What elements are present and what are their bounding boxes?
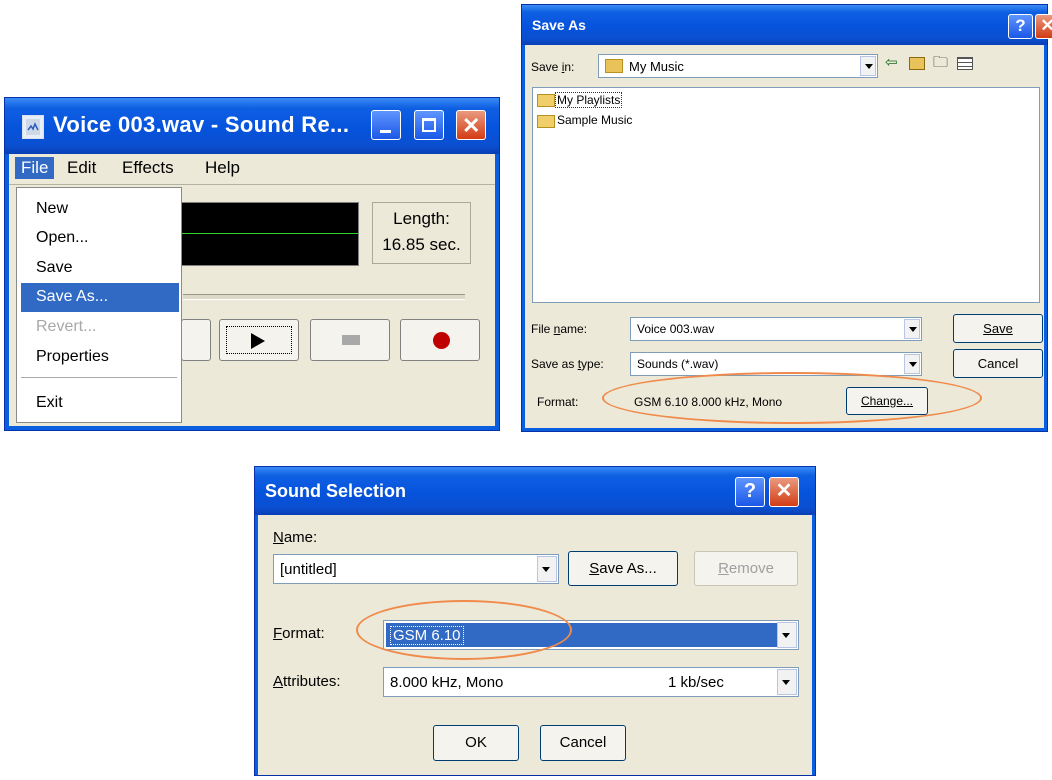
save-as-type-dropdown-arrow[interactable]	[904, 354, 920, 374]
close-button[interactable]: ✕	[456, 110, 486, 140]
format-label: Format:	[273, 625, 325, 642]
seek-start-button[interactable]	[181, 319, 211, 361]
sound-selection-close-button[interactable]: ✕	[769, 477, 799, 507]
name-dropdown-arrow[interactable]	[537, 556, 557, 582]
save-as-titlebar[interactable]: Save As ? ✕	[522, 5, 1052, 45]
length-value: 16.85 sec.	[382, 235, 461, 254]
file-menu-item-save-as[interactable]: Save As...	[36, 288, 108, 306]
help-icon: ?	[743, 480, 757, 502]
views-menu-icon[interactable]	[957, 57, 973, 70]
name-label: Name:	[273, 529, 318, 546]
save-as-dialog: Save As ? ✕ Save in: My Music ⇦ 🗀 My Pla…	[521, 4, 1052, 432]
record-button[interactable]	[400, 319, 480, 361]
save-as-title: Save As	[532, 17, 586, 33]
save-as-help-button[interactable]: ?	[1008, 14, 1033, 39]
waveform-line	[182, 233, 358, 234]
format-combo-highlight-oval	[356, 600, 572, 660]
menubar: File Edit Effects Help	[9, 154, 495, 184]
format-dropdown-arrow[interactable]	[777, 622, 797, 648]
ok-button[interactable]: OK	[433, 725, 519, 761]
save-in-value: My Music	[629, 59, 684, 74]
stop-button[interactable]	[310, 319, 390, 361]
save-as-type-label: Save as type:	[531, 357, 604, 371]
minimize-button[interactable]	[371, 110, 401, 140]
sound-selection-title: Sound Selection	[265, 481, 407, 501]
file-menu-separator	[21, 377, 177, 378]
file-name-input[interactable]: Voice 003.wav	[630, 317, 922, 341]
sound-recorder-app-icon	[22, 115, 44, 139]
file-menu-item-save[interactable]: Save	[36, 259, 72, 277]
record-icon	[433, 332, 450, 349]
file-menu-item-new[interactable]: New	[36, 200, 68, 218]
sound-selection-titlebar[interactable]: Sound Selection ? ✕	[255, 467, 815, 515]
attributes-combo[interactable]: 8.000 kHz, Mono 1 kb/sec	[383, 667, 799, 697]
play-button[interactable]	[219, 319, 299, 361]
menu-file[interactable]: File	[15, 157, 55, 179]
length-label: Length:	[393, 209, 450, 228]
save-in-combo[interactable]: My Music	[598, 54, 878, 78]
maximize-icon	[422, 118, 436, 132]
close-icon: ✕	[775, 480, 793, 502]
file-menu-item-open[interactable]: Open...	[36, 229, 88, 247]
save-in-label: Save in:	[531, 60, 575, 74]
folder-icon	[537, 115, 555, 128]
sound-recorder-title: Voice 003.wav - Sound Re...	[53, 112, 350, 137]
minimize-icon	[380, 130, 391, 133]
cancel-button[interactable]: Cancel	[953, 349, 1043, 378]
save-as-preset-button[interactable]: Save As...	[568, 551, 678, 586]
file-name-dropdown-arrow[interactable]	[904, 319, 920, 339]
menu-effects[interactable]: Effects	[122, 158, 174, 178]
sound-selection-help-button[interactable]: ?	[735, 477, 765, 507]
folder-music-icon	[605, 59, 623, 73]
up-folder-icon[interactable]	[909, 57, 925, 70]
name-combo[interactable]: [untitled]	[273, 554, 559, 584]
close-icon: ✕	[1040, 16, 1052, 35]
attributes-label: Attributes:	[273, 673, 341, 690]
save-in-dropdown-arrow[interactable]	[860, 56, 876, 76]
file-menu-item-revert: Revert...	[36, 318, 97, 335]
play-icon	[251, 333, 265, 349]
save-button[interactable]: Save	[953, 314, 1043, 343]
file-name-label: File name:	[531, 322, 588, 336]
sound-selection-cancel-button[interactable]: Cancel	[540, 725, 626, 761]
format-label: Format:	[537, 395, 579, 409]
length-panel: Length: 16.85 sec.	[372, 202, 471, 264]
file-menu: New Open... Save Save As... Revert... Pr…	[16, 187, 182, 423]
waveform-display	[181, 202, 359, 266]
format-highlight-oval	[602, 372, 982, 424]
stop-icon	[342, 335, 360, 345]
menu-edit[interactable]: Edit	[67, 158, 96, 178]
file-menu-item-properties[interactable]: Properties	[36, 348, 109, 366]
maximize-button[interactable]	[414, 110, 444, 140]
save-as-close-button[interactable]: ✕	[1035, 14, 1052, 39]
sound-recorder-titlebar[interactable]: Voice 003.wav - Sound Re... ✕	[5, 98, 499, 154]
attributes-dropdown-arrow[interactable]	[777, 669, 797, 695]
file-menu-item-exit[interactable]: Exit	[36, 394, 63, 412]
seek-slider[interactable]	[183, 294, 465, 300]
back-icon[interactable]: ⇦	[885, 53, 898, 71]
close-icon: ✕	[462, 113, 481, 138]
new-folder-icon[interactable]: 🗀	[933, 52, 948, 77]
folder-icon	[537, 94, 555, 107]
remove-button: Remove	[694, 551, 798, 586]
menu-help[interactable]: Help	[205, 158, 240, 178]
folder-list[interactable]: My Playlists Sample Music	[532, 87, 1040, 303]
help-icon: ?	[1015, 16, 1026, 35]
